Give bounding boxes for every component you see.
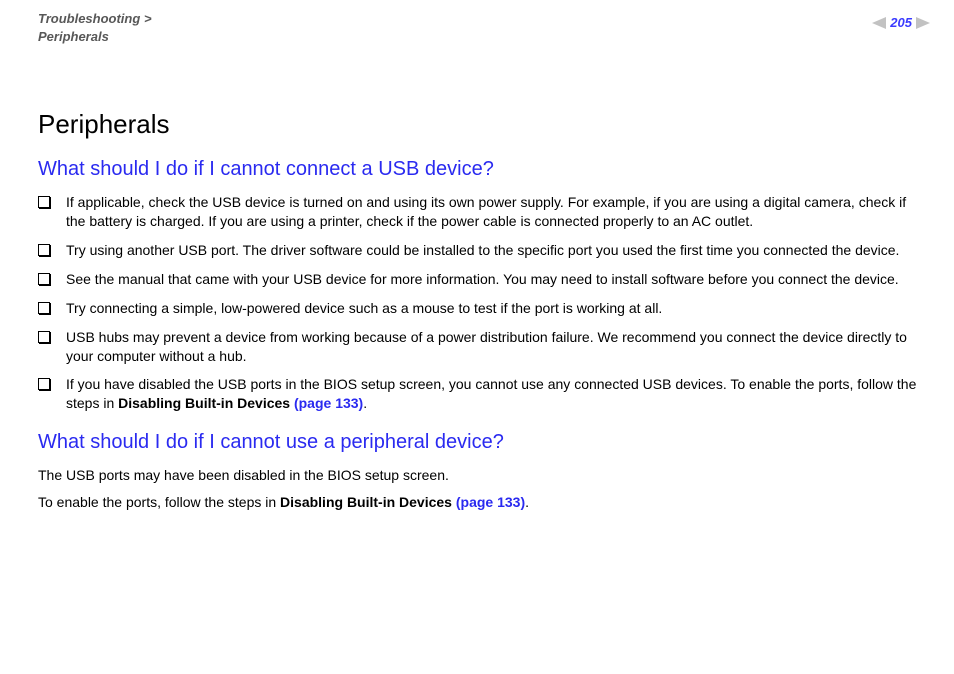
section2-heading: What should I do if I cannot use a perip…: [38, 429, 926, 456]
arrow-right-icon[interactable]: [916, 17, 930, 29]
arrow-left-icon[interactable]: [872, 17, 886, 29]
bullet-icon: [38, 331, 50, 343]
section1-bullets: If applicable, check the USB device is t…: [38, 193, 926, 413]
breadcrumb: Troubleshooting > Peripherals: [38, 10, 926, 45]
bullet-icon: [38, 196, 50, 208]
para2-bold: Disabling Built-in Devices: [280, 494, 452, 510]
page-ref-link[interactable]: (page 133): [294, 395, 363, 411]
breadcrumb-page: Peripherals: [38, 29, 109, 44]
bullet-text: Try using another USB port. The driver s…: [66, 242, 899, 258]
section2-para1: The USB ports may have been disabled in …: [38, 466, 926, 485]
section1-heading: What should I do if I cannot connect a U…: [38, 156, 926, 183]
page-number-nav: 205: [872, 14, 930, 32]
page-container: Troubleshooting > Peripherals 205 Periph…: [0, 0, 954, 674]
list-item: Try connecting a simple, low-powered dev…: [38, 299, 926, 318]
breadcrumb-separator: >: [144, 11, 152, 26]
bullet-icon: [38, 273, 50, 285]
page-number: 205: [888, 14, 914, 32]
bullet-bold: Disabling Built-in Devices: [118, 395, 290, 411]
bullet-text: USB hubs may prevent a device from worki…: [66, 329, 907, 364]
para2-post: .: [525, 494, 529, 510]
list-item: If applicable, check the USB device is t…: [38, 193, 926, 231]
para2-pre: To enable the ports, follow the steps in: [38, 494, 280, 510]
list-item: Try using another USB port. The driver s…: [38, 241, 926, 260]
bullet-text: Try connecting a simple, low-powered dev…: [66, 300, 662, 316]
bullet-icon: [38, 244, 50, 256]
page-ref-link[interactable]: (page 133): [456, 494, 525, 510]
bullet-icon: [38, 378, 50, 390]
bullet-icon: [38, 302, 50, 314]
bullet-text-post: .: [363, 395, 367, 411]
bullet-text: See the manual that came with your USB d…: [66, 271, 899, 287]
page-title: Peripherals: [38, 107, 926, 142]
bullet-text: If applicable, check the USB device is t…: [66, 194, 906, 229]
content-area: Peripherals What should I do if I cannot…: [38, 107, 926, 512]
list-item: USB hubs may prevent a device from worki…: [38, 328, 926, 366]
list-item: See the manual that came with your USB d…: [38, 270, 926, 289]
section2-para2: To enable the ports, follow the steps in…: [38, 493, 926, 512]
list-item: If you have disabled the USB ports in th…: [38, 375, 926, 413]
breadcrumb-section: Troubleshooting: [38, 11, 140, 26]
